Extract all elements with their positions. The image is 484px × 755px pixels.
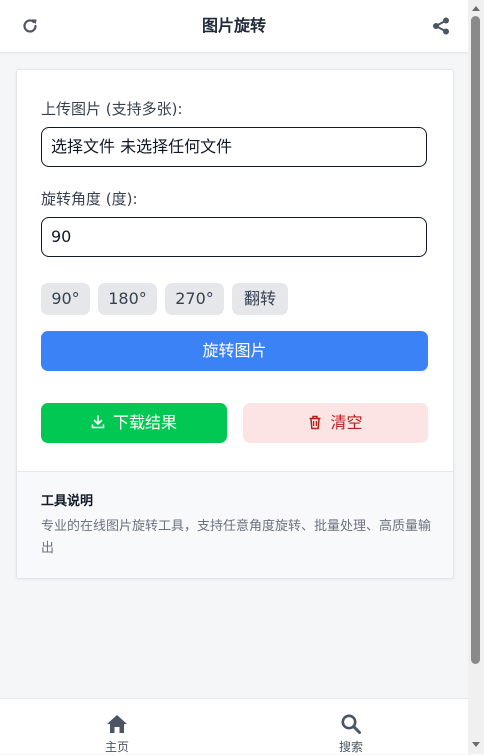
home-icon [107, 715, 127, 733]
scrollbar[interactable] [468, 0, 484, 753]
nav-home-label: 主页 [104, 740, 129, 754]
scroll-thumb[interactable] [471, 16, 480, 664]
download-icon [91, 415, 105, 429]
page-title: 图片旋转 [201, 16, 266, 35]
tool-info-section: 工具说明 专业的在线图片旋转工具，支持任意角度旋转、批量处理、高质量输出 [17, 471, 453, 578]
flip-button[interactable]: 翻转 [232, 283, 288, 315]
download-button[interactable]: 下载结果 [41, 403, 227, 443]
bottom-nav: 主页 搜索 [0, 698, 468, 754]
trash-icon [308, 415, 322, 430]
upload-label: 上传图片 (支持多张): [41, 100, 183, 118]
share-icon[interactable] [431, 16, 451, 36]
preset-90-button[interactable]: 90° [41, 283, 90, 315]
clear-button[interactable]: 清空 [243, 403, 428, 443]
info-text: 专业的在线图片旋转工具，支持任意角度旋转、批量处理、高质量输出 [41, 519, 432, 556]
preset-180-button[interactable]: 180° [98, 283, 157, 315]
file-input[interactable]: 选择文件 未选择任何文件 [41, 127, 427, 167]
search-icon [341, 714, 361, 734]
scroll-down-arrow-icon[interactable] [472, 742, 480, 747]
nav-home[interactable]: 主页 [77, 699, 157, 754]
info-title: 工具说明 [41, 494, 94, 509]
rotate-button[interactable]: 旋转图片 [41, 331, 428, 371]
scroll-up-arrow-icon[interactable] [472, 6, 480, 11]
nav-search[interactable]: 搜索 [311, 699, 391, 754]
app-header: 图片旋转 [0, 0, 468, 53]
nav-search-label: 搜索 [338, 740, 363, 754]
angle-input[interactable]: 90 [41, 217, 427, 257]
angle-label: 旋转角度 (度): [41, 190, 138, 208]
download-label: 下载结果 [112, 413, 177, 432]
rotate-form-card: 上传图片 (支持多张): 选择文件 未选择任何文件 旋转角度 (度): 90 9… [16, 69, 454, 579]
clear-label: 清空 [330, 413, 363, 432]
preset-270-button[interactable]: 270° [165, 283, 224, 315]
